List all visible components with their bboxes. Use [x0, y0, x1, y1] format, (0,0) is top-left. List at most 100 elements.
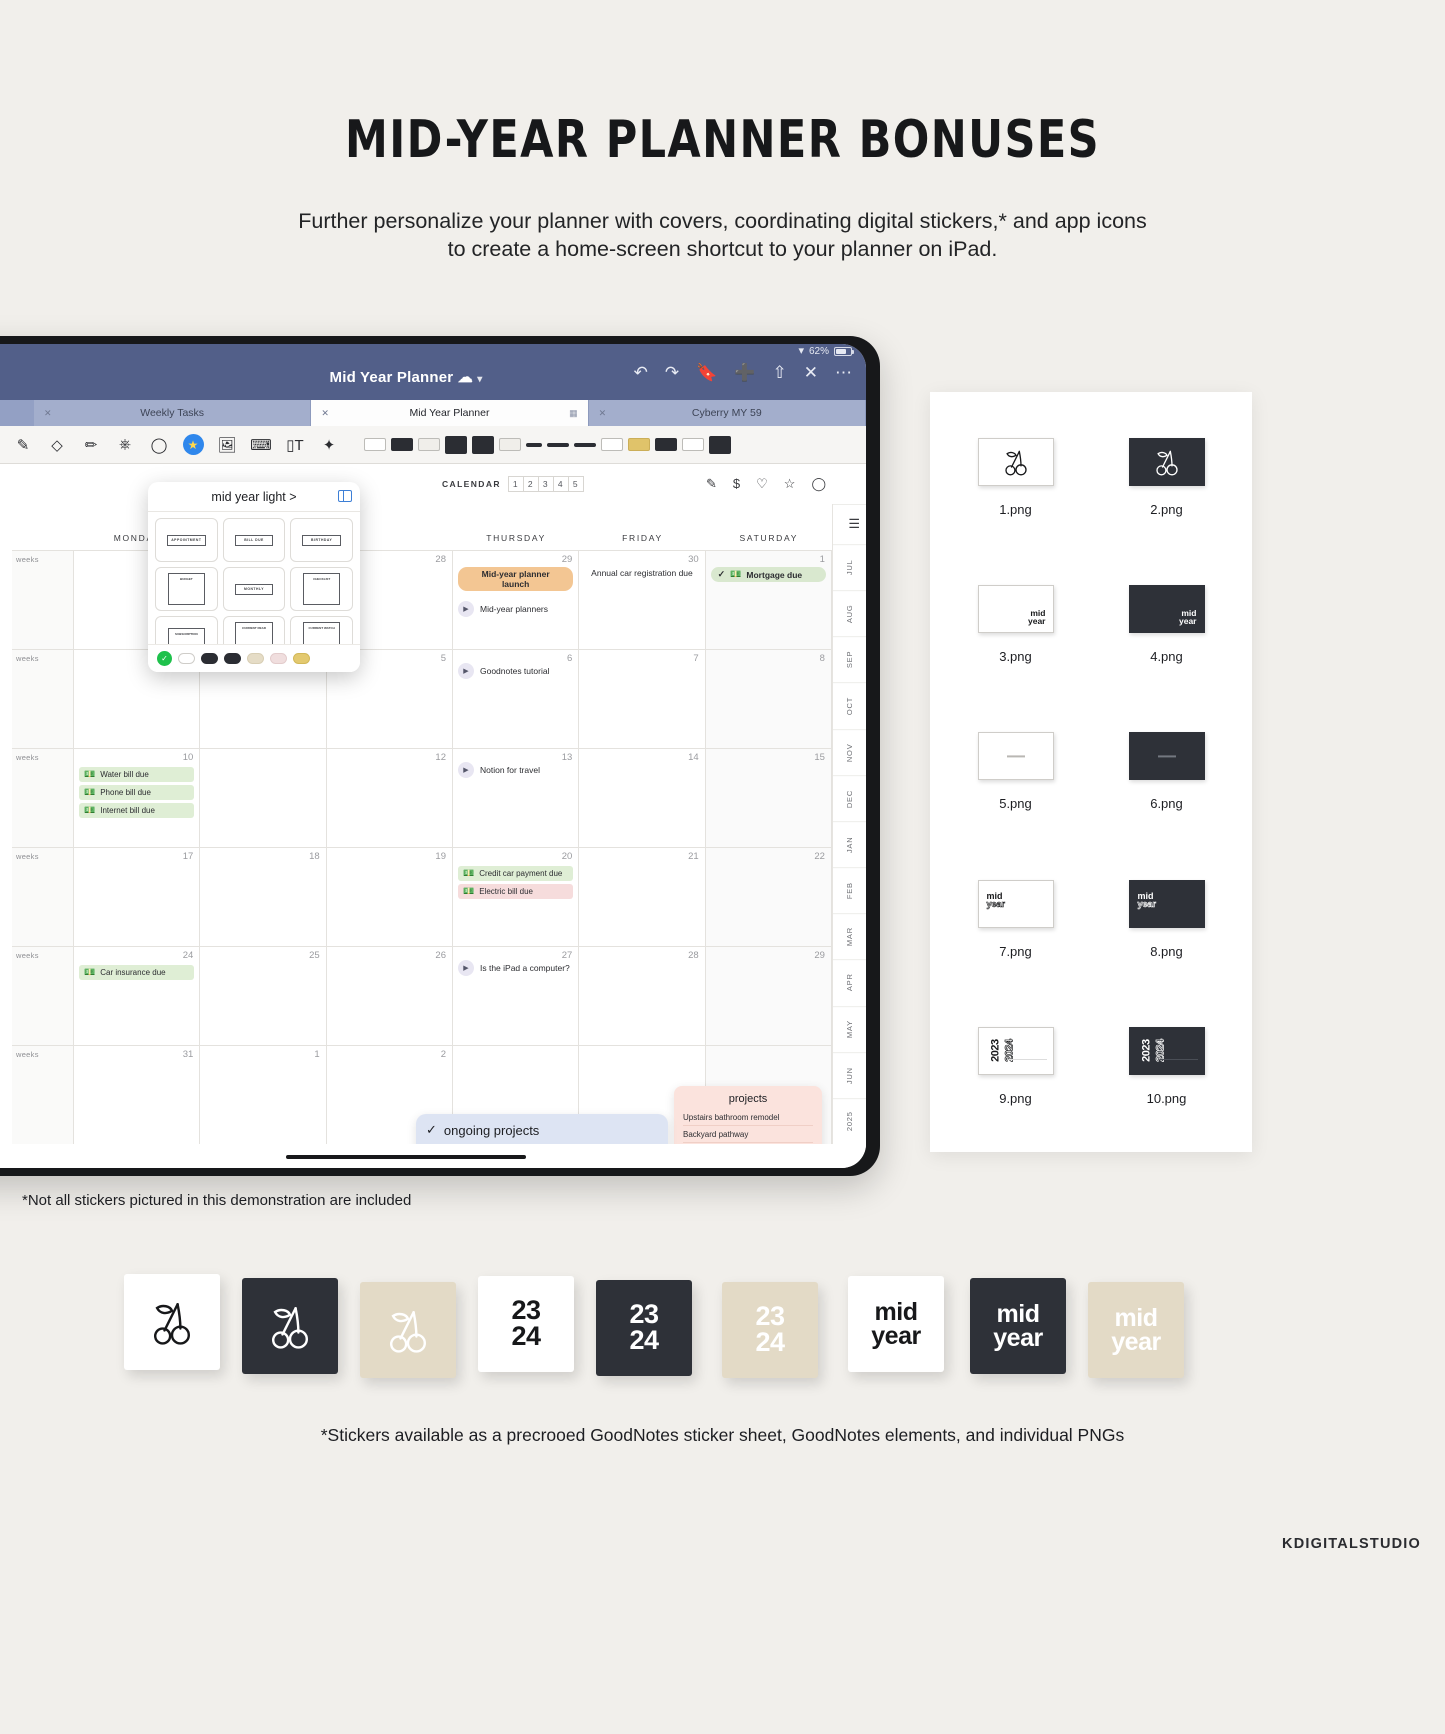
swatch-yellow[interactable]: [628, 438, 650, 451]
color-swatch-yellow[interactable]: [293, 653, 310, 664]
day-cell[interactable]: 30 Annual car registration due: [579, 551, 706, 649]
png-thumbnail[interactable]: 2023 2024: [1128, 1026, 1205, 1075]
undo-icon[interactable]: ↶: [634, 364, 648, 381]
day-cell[interactable]: 20 💵 Credit car payment due 💵 Electric bil…: [453, 848, 580, 946]
month-apr[interactable]: APR: [833, 959, 866, 1006]
pen-icon[interactable]: ✎: [706, 476, 717, 492]
swatch-cream-2[interactable]: [499, 438, 521, 451]
add-page-icon[interactable]: ➕: [734, 364, 755, 381]
png-item-4[interactable]: mid year 4.png: [1091, 551, 1242, 698]
swatch-white-2[interactable]: [682, 438, 704, 451]
png-item-10[interactable]: 2023 2024 10.png: [1091, 993, 1242, 1140]
swatch-cream[interactable]: [418, 438, 440, 451]
day-cell[interactable]: 14: [579, 749, 706, 847]
swatch-line-2[interactable]: [574, 442, 596, 447]
day-cell[interactable]: 29 Mid-year planner launch ▶ Mid-year pl…: [453, 551, 580, 649]
event-bill[interactable]: 💵 Internet bill due: [79, 803, 195, 818]
sticker-item[interactable]: APPOINTMENT: [155, 518, 218, 562]
calendar-num-5[interactable]: 5: [567, 476, 584, 492]
heart-icon[interactable]: ♡: [756, 476, 768, 492]
chevron-down-icon[interactable]: ▾: [477, 374, 482, 385]
app-icon-2324-white[interactable]: 23 24: [478, 1276, 574, 1372]
day-cell[interactable]: 13 ▶ Notion for travel: [453, 749, 580, 847]
day-cell[interactable]: 18: [200, 848, 327, 946]
eraser-icon[interactable]: ◇: [40, 430, 74, 460]
app-icon-2324-dark[interactable]: 23 24: [596, 1280, 692, 1376]
event-text[interactable]: Annual car registration due: [584, 568, 699, 579]
app-icon-cherry-white[interactable]: [124, 1274, 220, 1370]
event-bill[interactable]: 💵 Electric bill due: [457, 884, 574, 899]
month-oct[interactable]: OCT: [833, 682, 866, 729]
tab-mid-year-planner[interactable]: ✕ Mid Year Planner ▦: [311, 400, 589, 426]
day-cell[interactable]: 8: [705, 650, 832, 748]
day-cell[interactable]: 26: [327, 947, 453, 1045]
png-item-1[interactable]: 1.png: [940, 404, 1091, 551]
event-bill[interactable]: 💵 Water bill due: [79, 767, 195, 782]
close-icon[interactable]: ✕: [44, 408, 52, 419]
close-icon[interactable]: ✕: [321, 408, 329, 419]
png-thumbnail[interactable]: [977, 732, 1054, 781]
png-thumbnail[interactable]: 2023 2024: [977, 1026, 1054, 1075]
day-cell[interactable]: 7: [579, 650, 706, 748]
sticky-list-item[interactable]: Upstairs bathroom remodel: [683, 1109, 813, 1126]
png-item-2[interactable]: 2.png: [1091, 404, 1242, 551]
check-icon[interactable]: ✓: [426, 1122, 437, 1138]
month-sep[interactable]: SEP: [833, 636, 866, 683]
month-jun[interactable]: JUN: [833, 1051, 866, 1098]
png-thumbnail[interactable]: [1128, 732, 1205, 781]
text-icon[interactable]: ▯T: [278, 430, 312, 460]
clock-icon[interactable]: ◯: [811, 476, 826, 492]
png-item-3[interactable]: mid year 3.png: [940, 551, 1091, 698]
day-cell[interactable]: 15: [705, 749, 832, 847]
swatch-dark-tall[interactable]: [445, 435, 467, 454]
day-cell[interactable]: 22: [705, 848, 832, 946]
png-item-8[interactable]: mid year 8.png: [1091, 846, 1242, 993]
month-nov[interactable]: NOV: [833, 728, 866, 775]
close-icon[interactable]: ✕: [804, 364, 818, 381]
app-icon-midyear-dark[interactable]: mid year: [970, 1278, 1066, 1374]
color-swatch-pink[interactable]: [270, 653, 287, 664]
month-aug[interactable]: AUG: [833, 590, 866, 637]
month-jul[interactable]: JUL: [833, 544, 866, 591]
tab-cyberry-my-59[interactable]: ✕ Cyberry MY 59: [588, 400, 866, 426]
shape-icon[interactable]: ⎈: [108, 430, 142, 460]
day-cell[interactable]: 19: [327, 848, 453, 946]
calendar-num-3[interactable]: 3: [537, 476, 554, 492]
laser-icon[interactable]: ✦: [312, 430, 346, 460]
event-video[interactable]: ▶ Is the iPad a computer?: [457, 960, 573, 976]
more-icon[interactable]: ⋯: [835, 364, 852, 381]
event-bill[interactable]: 💵 Car insurance due: [79, 965, 195, 980]
day-cell[interactable]: 28: [579, 947, 706, 1045]
png-item-9[interactable]: 2023 2024 9.png: [940, 993, 1091, 1140]
sticker-pack-header[interactable]: mid year light >: [148, 482, 360, 512]
color-swatch-dark[interactable]: [201, 653, 218, 664]
png-thumbnail[interactable]: [1128, 438, 1205, 487]
app-icon-2324-tan[interactable]: 23 24: [722, 1282, 818, 1378]
sticker-item[interactable]: BILL DUE: [222, 518, 286, 562]
sticker-item[interactable]: BUDGET: [155, 567, 218, 611]
png-item-5[interactable]: 5.png: [940, 698, 1091, 845]
color-swatch-cream[interactable]: [247, 653, 264, 664]
png-thumbnail[interactable]: mid year: [1128, 585, 1205, 634]
dollar-icon[interactable]: $: [733, 476, 740, 492]
swatch-dark-3[interactable]: [655, 438, 677, 451]
sticker-item[interactable]: BIRTHDAY: [290, 518, 353, 562]
app-icon-midyear-white[interactable]: mid year: [848, 1276, 944, 1372]
day-cell[interactable]: 17: [74, 848, 201, 946]
chevron-right-icon[interactable]: >: [289, 490, 296, 504]
event-bill[interactable]: 💵 Phone bill due: [79, 785, 195, 800]
png-item-7[interactable]: mid year 7.png: [940, 846, 1091, 993]
sticker-icon[interactable]: ★: [176, 430, 210, 460]
sticker-item[interactable]: CHECKLIST: [290, 567, 353, 611]
day-cell[interactable]: 24 💵 Car insurance due: [74, 947, 201, 1045]
day-cell[interactable]: 10 💵 Water bill due 💵 Phone bill due 💵 Inte…: [74, 749, 201, 847]
day-cell[interactable]: 25: [200, 947, 327, 1045]
day-cell[interactable]: 6 ▶ Goodnotes tutorial: [453, 650, 580, 748]
swatch-white[interactable]: [364, 438, 386, 451]
tab-weekly-tasks[interactable]: ✕ Weekly Tasks: [34, 400, 312, 426]
share-icon[interactable]: ⇧: [773, 364, 787, 381]
png-thumbnail[interactable]: [977, 438, 1054, 487]
month-may[interactable]: MAY: [833, 1005, 866, 1052]
highlighter-icon[interactable]: ✏: [74, 430, 108, 460]
star-icon[interactable]: ☆: [784, 476, 796, 492]
